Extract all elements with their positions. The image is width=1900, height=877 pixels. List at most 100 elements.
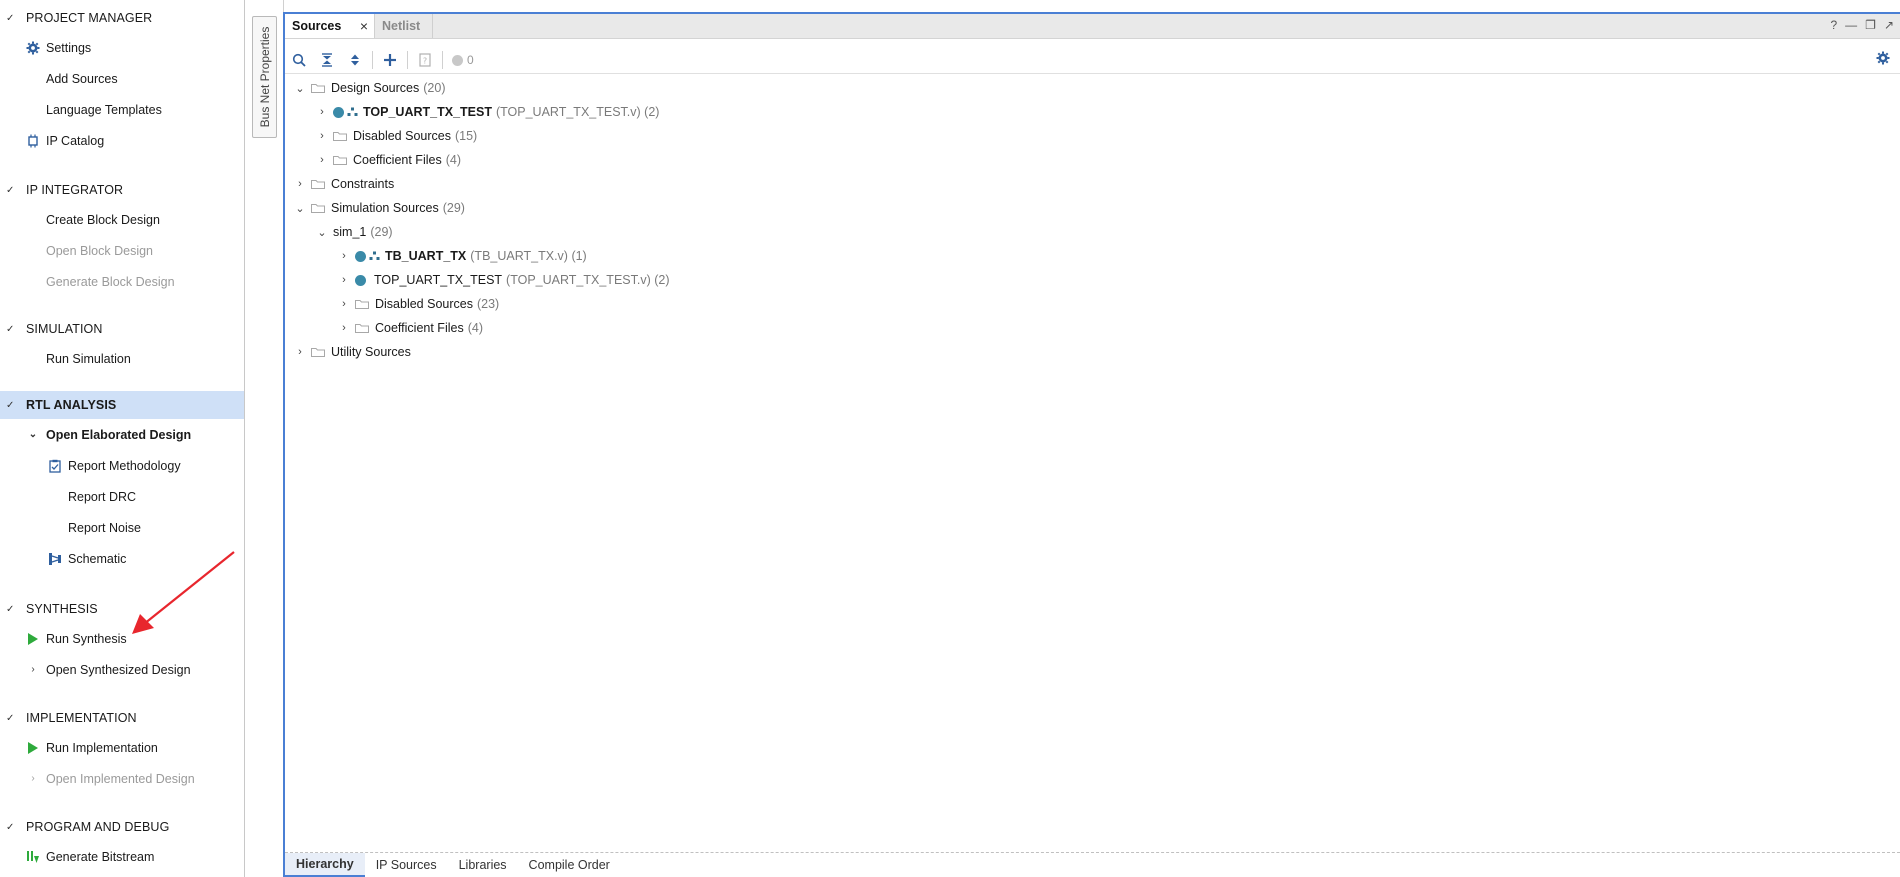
section-header-rtl-analysis[interactable]: ✓ RTL ANALYSIS <box>0 391 244 419</box>
tree-row-disabled-sources[interactable]: › Disabled Sources (15) <box>315 124 477 148</box>
section-rtl-analysis: ✓ RTL ANALYSIS ⌄ Open Elaborated Design … <box>0 391 244 574</box>
tab-sources[interactable]: Sources × <box>285 14 375 38</box>
nav-item-run-implementation[interactable]: Run Implementation <box>0 732 244 763</box>
chevron-right-icon[interactable]: › <box>315 106 329 118</box>
tree-row-disabled-sources-sim[interactable]: › Disabled Sources (23) <box>337 292 499 316</box>
chevron-right-icon[interactable]: › <box>337 322 351 334</box>
expand-all-icon <box>351 54 359 66</box>
hierarchy-top-icon <box>347 107 358 116</box>
nav-item-add-sources[interactable]: Add Sources <box>0 63 244 94</box>
tab-label: IP Sources <box>375 858 437 872</box>
tree-row-simulation-sources[interactable]: ⌄ Simulation Sources (29) <box>293 196 465 220</box>
nav-item-open-implemented-design[interactable]: › Open Implemented Design <box>0 763 244 794</box>
nav-item-open-elaborated-design[interactable]: ⌄ Open Elaborated Design <box>0 419 244 450</box>
run-play-icon <box>24 741 42 755</box>
add-sources-button[interactable] <box>376 48 404 72</box>
tab-ip-sources[interactable]: IP Sources <box>365 853 448 877</box>
maximize-icon[interactable]: ↗ <box>1884 18 1894 32</box>
chevron-right-icon[interactable]: › <box>315 154 329 166</box>
nav-item-label: Settings <box>46 40 92 55</box>
tab-label: Compile Order <box>528 858 610 872</box>
chevron-right-icon[interactable]: › <box>337 250 351 262</box>
chevron-down-icon[interactable]: ⌄ <box>293 202 307 215</box>
nav-item-label: Run Simulation <box>46 351 131 366</box>
run-play-icon <box>24 632 42 646</box>
tab-netlist[interactable]: Netlist <box>375 14 433 38</box>
section-header-program-and-debug[interactable]: ✓ PROGRAM AND DEBUG <box>0 813 244 841</box>
tree-row-top-uart-tx-test[interactable]: › TOP_UART_TX_TEST (TOP_UART_TX_TEST.v) … <box>315 100 659 124</box>
nav-item-settings[interactable]: Settings <box>0 32 244 63</box>
tree-label: TB_UART_TX <box>385 249 467 263</box>
chevron-right-icon[interactable]: › <box>24 664 42 675</box>
chevron-right-icon[interactable]: › <box>315 130 329 142</box>
panel-settings-button[interactable] <box>1876 51 1890 68</box>
folder-icon <box>311 348 325 357</box>
chevron-down-icon: ✓ <box>6 184 15 196</box>
nav-item-label: Run Synthesis <box>46 631 127 646</box>
tree-meta: (TOP_UART_TX_TEST.v) (2) <box>506 273 670 287</box>
expand-all-button[interactable] <box>341 48 369 72</box>
tree-row-top-uart-tx-test-sim[interactable]: › TOP_UART_TX_TEST (TOP_UART_TX_TEST.v) … <box>337 268 670 292</box>
module-dot-icon <box>333 106 344 118</box>
nav-item-report-noise[interactable]: Report Noise <box>0 512 244 543</box>
bus-net-properties-tab[interactable]: Bus Net Properties <box>252 16 277 138</box>
tree-label: TOP_UART_TX_TEST <box>363 105 492 119</box>
chevron-right-icon[interactable]: › <box>24 773 42 784</box>
nav-item-create-block-design[interactable]: Create Block Design <box>0 204 244 235</box>
chevron-down-icon[interactable]: ⌄ <box>315 226 329 239</box>
chevron-right-icon[interactable]: › <box>337 298 351 310</box>
tab-hierarchy[interactable]: Hierarchy <box>285 853 365 877</box>
tree-label: Disabled Sources <box>353 129 451 143</box>
minimize-icon[interactable]: — <box>1845 18 1857 32</box>
source-file-properties-button[interactable]: ? <box>411 48 439 72</box>
close-icon[interactable]: × <box>360 18 368 34</box>
nav-item-run-simulation[interactable]: Run Simulation <box>0 343 244 374</box>
tab-libraries[interactable]: Libraries <box>448 853 518 877</box>
tree-row-sim-1[interactable]: ⌄ sim_1 (29) <box>315 220 392 244</box>
nav-item-report-drc[interactable]: Report DRC <box>0 481 244 512</box>
nav-item-label: Report Noise <box>68 520 141 535</box>
tree-row-utility-sources[interactable]: › Utility Sources <box>293 340 415 364</box>
tree-meta: (TOP_UART_TX_TEST.v) (2) <box>495 105 660 119</box>
section-header-ip-integrator[interactable]: ✓ IP INTEGRATOR <box>0 176 244 204</box>
tree-row-design-sources[interactable]: ⌄ Design Sources (20) <box>293 76 445 100</box>
nav-item-generate-bitstream[interactable]: Generate Bitstream <box>0 841 244 872</box>
nav-item-label: Report Methodology <box>68 458 181 473</box>
chevron-right-icon[interactable]: › <box>293 346 307 358</box>
chevron-right-icon[interactable]: › <box>337 274 351 286</box>
tree-row-coefficient-files[interactable]: › Coefficient Files (4) <box>315 148 461 172</box>
tree-row-tb-uart-tx[interactable]: › TB_UART_TX (TB_UART_TX.v) (1) <box>337 244 587 268</box>
collapse-all-icon <box>322 53 332 67</box>
chevron-right-icon[interactable]: › <box>293 178 307 190</box>
chevron-down-icon: ✓ <box>6 12 15 24</box>
tree-row-coefficient-files-sim[interactable]: › Coefficient Files (4) <box>337 316 483 340</box>
nav-item-ip-catalog[interactable]: IP Catalog <box>0 125 244 156</box>
tree-meta: (4) <box>445 153 461 167</box>
nav-item-open-block-design[interactable]: Open Block Design <box>0 235 244 266</box>
search-button[interactable] <box>285 48 313 72</box>
nav-item-language-templates[interactable]: Language Templates <box>0 94 244 125</box>
folder-icon <box>311 180 325 189</box>
chevron-down-icon: ✓ <box>6 603 15 615</box>
section-header-implementation[interactable]: ✓ IMPLEMENTATION <box>0 704 244 732</box>
chevron-down-icon[interactable]: ⌄ <box>24 429 42 440</box>
section-implementation: ✓ IMPLEMENTATION Run Implementation › Op… <box>0 704 244 794</box>
section-header-simulation[interactable]: ✓ SIMULATION <box>0 315 244 343</box>
chevron-down-icon[interactable]: ⌄ <box>293 82 307 95</box>
tree-label: Simulation Sources <box>331 201 439 215</box>
nav-item-generate-block-design[interactable]: Generate Block Design <box>0 266 244 297</box>
help-icon[interactable]: ? <box>1830 18 1837 32</box>
bus-net-properties-label: Bus Net Properties <box>257 26 272 128</box>
gear-icon <box>1876 51 1890 65</box>
nav-item-report-methodology[interactable]: Report Methodology <box>0 450 244 481</box>
question-doc-icon: ? <box>419 53 431 67</box>
collapse-all-button[interactable] <box>313 48 341 72</box>
tree-row-constraints[interactable]: › Constraints <box>293 172 398 196</box>
folder-icon <box>333 156 347 165</box>
tab-compile-order[interactable]: Compile Order <box>518 853 621 877</box>
restore-icon[interactable]: ❐ <box>1865 18 1876 32</box>
sources-tab-bar: Sources × Netlist ? — ❐ ↗ <box>285 14 1900 39</box>
nav-item-open-synthesized-design[interactable]: › Open Synthesized Design <box>0 654 244 685</box>
folder-icon <box>311 204 325 213</box>
section-header-project-manager[interactable]: ✓ PROJECT MANAGER <box>0 4 244 32</box>
